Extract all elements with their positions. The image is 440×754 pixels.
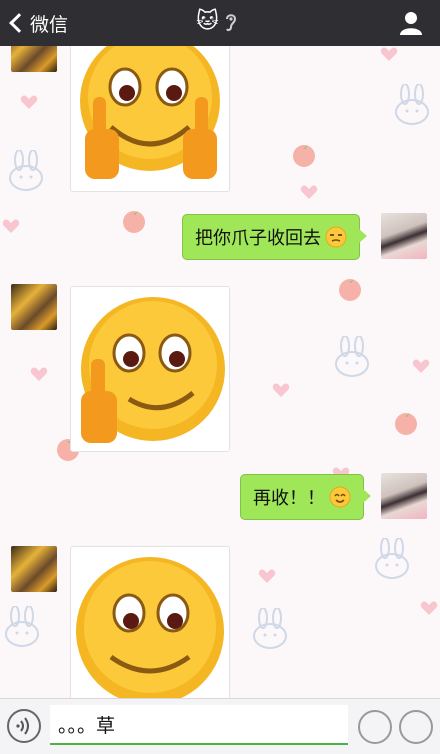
bunny-icon — [253, 608, 287, 649]
heart-icon — [412, 359, 430, 373]
peach-icon — [293, 145, 315, 167]
smiley-face-sticker — [76, 557, 224, 698]
bunny-icon — [9, 150, 43, 191]
bunny-icon — [5, 606, 39, 647]
contact-avatar[interactable] — [11, 46, 57, 72]
sticker-message[interactable] — [70, 546, 230, 698]
heart-icon — [258, 569, 276, 583]
heart-icon — [420, 601, 438, 615]
message-text: 再收！！ — [253, 488, 325, 509]
back-label: 微信 — [30, 13, 69, 36]
peach-icon — [123, 211, 145, 233]
voice-icon — [16, 717, 29, 735]
smiley-middle-finger-sticker — [81, 297, 225, 443]
contact-avatar[interactable] — [11, 284, 57, 330]
heart-icon — [30, 367, 48, 381]
cat-emoji: 🐱 — [196, 9, 219, 34]
sent-message-bubble[interactable]: 把你爪子收回去 — [182, 214, 367, 260]
heart-icon — [20, 95, 38, 109]
sticker-message[interactable] — [70, 46, 230, 192]
earpiece-mode-icon — [225, 13, 236, 31]
heart-icon — [272, 383, 290, 397]
top-bar: 微信 🐱 — [0, 0, 440, 46]
bunny-icon — [335, 336, 369, 377]
smiling-face-icon — [329, 486, 351, 508]
contact-avatar[interactable] — [11, 546, 57, 592]
sticker-message[interactable] — [70, 286, 230, 452]
chevron-left-icon — [9, 13, 29, 33]
input-bar: 。。。草 — [0, 698, 440, 754]
profile-icon[interactable] — [398, 10, 424, 36]
heart-icon — [300, 185, 318, 199]
chat-area[interactable]: 把你爪子收回去 再收！！ — [0, 46, 440, 698]
emoji-button[interactable] — [358, 710, 392, 744]
smiley-middle-fingers-sticker — [80, 46, 220, 179]
unamused-face-icon — [325, 226, 347, 248]
voice-input-button[interactable] — [7, 709, 41, 743]
message-text: 把你爪子收回去 — [195, 228, 321, 249]
peach-icon — [339, 279, 361, 301]
bunny-icon — [375, 538, 409, 579]
bunny-icon — [395, 84, 429, 125]
heart-icon — [380, 47, 398, 61]
peach-icon — [395, 413, 417, 435]
more-button[interactable] — [399, 710, 433, 744]
my-avatar[interactable] — [381, 473, 427, 519]
sent-message-bubble[interactable]: 再收！！ — [240, 474, 371, 520]
message-input[interactable]: 。。。草 — [50, 705, 348, 745]
heart-icon — [2, 219, 20, 233]
back-button[interactable]: 微信 — [8, 10, 68, 36]
my-avatar[interactable] — [381, 213, 427, 259]
chat-title: 🐱 — [196, 9, 239, 34]
